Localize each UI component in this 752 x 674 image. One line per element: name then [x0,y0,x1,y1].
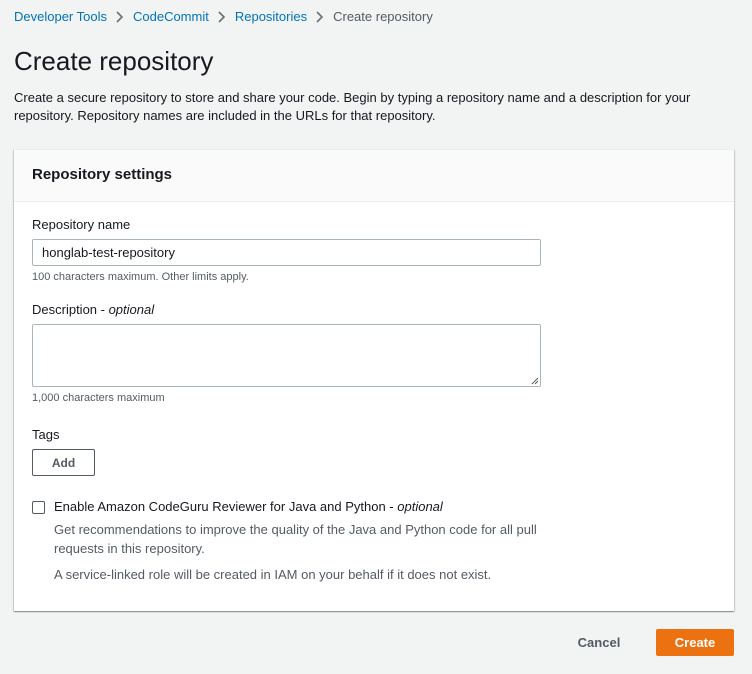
tags-label: Tags [32,427,60,442]
breadcrumb-developer-tools[interactable]: Developer Tools [14,8,107,26]
codeguru-label[interactable]: Enable Amazon CodeGuru Reviewer for Java… [54,498,443,516]
codeguru-checkbox[interactable] [32,501,45,514]
cancel-button[interactable]: Cancel [565,629,633,656]
repository-name-hint: 100 characters maximum. Other limits app… [32,271,249,283]
description-textarea[interactable] [32,324,541,387]
chevron-right-icon [209,8,235,26]
codeguru-iam-note: A service-linked role will be created in… [54,567,492,582]
codeguru-label-text: Enable Amazon CodeGuru Reviewer for Java… [54,499,398,514]
breadcrumb: Developer Tools CodeCommit Repositories … [14,8,433,26]
chevron-right-icon [107,8,133,26]
repository-name-label: Repository name [32,217,131,232]
breadcrumb-current: Create repository [333,9,433,24]
create-button[interactable]: Create [656,629,734,656]
chevron-right-icon [307,8,333,26]
page-title: Create repository [14,46,214,76]
add-tag-button[interactable]: Add [32,449,95,476]
repository-settings-panel: Repository settings Repository name 100 … [14,149,734,611]
codeguru-description: Get recommendations to improve the quali… [54,522,537,556]
breadcrumb-codecommit[interactable]: CodeCommit [133,8,209,26]
codeguru-optional-text: optional [397,499,443,514]
description-optional-text: optional [108,302,155,317]
panel-header: Repository settings [14,150,734,202]
description-label-text: Description - [32,302,109,317]
repository-name-input[interactable] [32,239,541,266]
breadcrumb-repositories[interactable]: Repositories [235,8,307,26]
page-description: Create a secure repository to store and … [14,90,691,123]
description-label: Description - optional [32,301,154,319]
panel-title: Repository settings [32,166,173,183]
resize-grip-icon[interactable] [531,377,539,385]
description-hint: 1,000 characters maximum [32,392,165,404]
